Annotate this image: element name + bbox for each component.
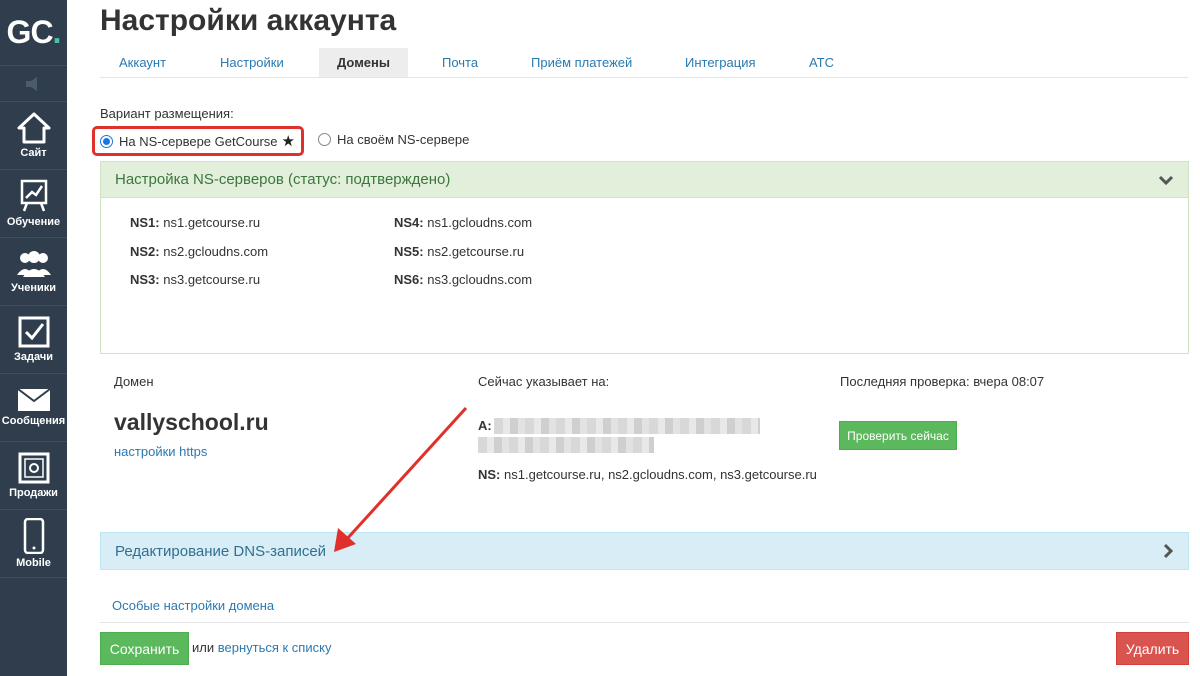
logo-dot: .: [52, 14, 62, 50]
radio-own-ns[interactable]: На своём NS-сервере: [318, 132, 469, 147]
envelope-icon: [16, 388, 51, 411]
https-settings-link[interactable]: настройки https: [114, 444, 207, 459]
sidebar-item-messages[interactable]: Сообщения: [0, 374, 67, 442]
home-icon: [17, 112, 50, 144]
sidebar-item-mobile[interactable]: Mobile: [0, 510, 67, 578]
placement-label: Вариант размещения:: [100, 106, 234, 121]
tab-domains[interactable]: Домены: [319, 48, 408, 77]
domain-label: Домен: [114, 374, 154, 389]
sidebar-item-site[interactable]: Сайт: [0, 102, 67, 170]
tab-payments[interactable]: Приём платежей: [513, 48, 650, 77]
tab-ats[interactable]: АТС: [791, 48, 852, 77]
radio-button[interactable]: [318, 133, 331, 146]
radio-ns-getcourse[interactable]: На NS-сервере GetCourse ★: [100, 132, 295, 150]
chart-board-icon: [20, 179, 47, 212]
domain-name: vallyschool.ru: [114, 409, 269, 435]
sidebar-item-label: Mobile: [16, 557, 51, 569]
sidebar-item-label: Сообщения: [1, 415, 66, 427]
logo[interactable]: GC.: [0, 0, 67, 66]
star-icon: ★: [281, 133, 295, 150]
delete-button[interactable]: Удалить: [1116, 632, 1189, 665]
radio-label: На NS-сервере GetCourse: [119, 133, 278, 149]
chevron-right-icon[interactable]: [1162, 543, 1174, 559]
special-domain-settings-link[interactable]: Особые настройки домена: [112, 598, 274, 613]
ns-server-3: NS3: ns3.getcourse.ru: [130, 272, 261, 287]
placement-options: На NS-сервере GetCourse ★ На своём NS-се…: [92, 126, 700, 156]
sidebar-item-label: Продажи: [9, 487, 58, 499]
arrow-line: [344, 406, 468, 542]
sidebar-item-label: Ученики: [10, 282, 57, 294]
tab-mail[interactable]: Почта: [424, 48, 496, 77]
blurred-ip: [478, 437, 654, 453]
or-text: или: [192, 640, 215, 655]
ns-server-1: NS1: ns1.getcourse.ru: [130, 215, 261, 230]
safe-icon: [18, 452, 49, 484]
tabs: Аккаунт Настройки Домены Почта Приём пла…: [100, 48, 1188, 78]
sidebar-item-label: Сайт: [20, 147, 47, 159]
chevron-down-icon[interactable]: [1158, 174, 1174, 186]
a-record-label: A:: [478, 418, 492, 433]
points-to-label: Сейчас указывает на:: [478, 374, 610, 389]
back-to-list-link[interactable]: вернуться к списку: [218, 640, 332, 655]
tab-integration[interactable]: Интеграция: [667, 48, 774, 77]
sidebar-item-label: Обучение: [6, 216, 61, 228]
users-icon: [16, 251, 51, 277]
collapse-sidebar-button[interactable]: [0, 66, 67, 102]
ns-panel-title: Настройка NS-серверов (статус: подтвержд…: [115, 171, 451, 188]
speaker-icon: [25, 76, 37, 91]
sidebar-item-label: Задачи: [14, 351, 53, 363]
ns-server-6: NS6: ns3.gcloudns.com: [394, 272, 533, 287]
sidebar-item-students[interactable]: Ученики: [0, 238, 67, 306]
ns-panel-header[interactable]: Настройка NS-серверов (статус: подтвержд…: [101, 162, 1188, 198]
phone-icon: [23, 518, 44, 554]
dns-records-panel[interactable]: Редактирование DNS-записей: [100, 532, 1189, 570]
save-tail: или вернуться к списку: [192, 640, 331, 655]
sidebar-item-sales[interactable]: Продажи: [0, 442, 67, 510]
checkbox-icon: [18, 316, 49, 348]
ns-server-2: NS2: ns2.gcloudns.com: [130, 244, 269, 259]
page-title: Настройки аккаунта: [100, 4, 397, 37]
ns-record: NS: ns1.getcourse.ru, ns2.gcloudns.com, …: [478, 467, 817, 482]
sidebar-item-learning[interactable]: Обучение: [0, 170, 67, 238]
ns-server-5: NS5: ns2.getcourse.ru: [394, 244, 525, 259]
radio-button[interactable]: [100, 134, 113, 148]
dns-panel-title: Редактирование DNS-записей: [115, 542, 327, 560]
divider: [100, 622, 1189, 623]
logo-text: GC: [6, 14, 54, 50]
tab-account[interactable]: Аккаунт: [101, 48, 184, 77]
sidebar-item-tasks[interactable]: Задачи: [0, 306, 67, 374]
ns-server-4: NS4: ns1.gcloudns.com: [394, 215, 533, 230]
last-check-label: Последняя проверка: вчера 08:07: [840, 374, 1045, 389]
ns-settings-panel: Настройка NS-серверов (статус: подтвержд…: [100, 161, 1189, 354]
sidebar: GC. Сайт Обучение Ученики Задачи Сообщен…: [0, 0, 67, 676]
radio-label: На своём NS-сервере: [337, 132, 470, 147]
check-now-button[interactable]: Проверить сейчас: [839, 421, 957, 450]
tab-settings[interactable]: Настройки: [202, 48, 302, 77]
save-button[interactable]: Сохранить: [100, 632, 189, 665]
blurred-ip: [494, 418, 760, 434]
